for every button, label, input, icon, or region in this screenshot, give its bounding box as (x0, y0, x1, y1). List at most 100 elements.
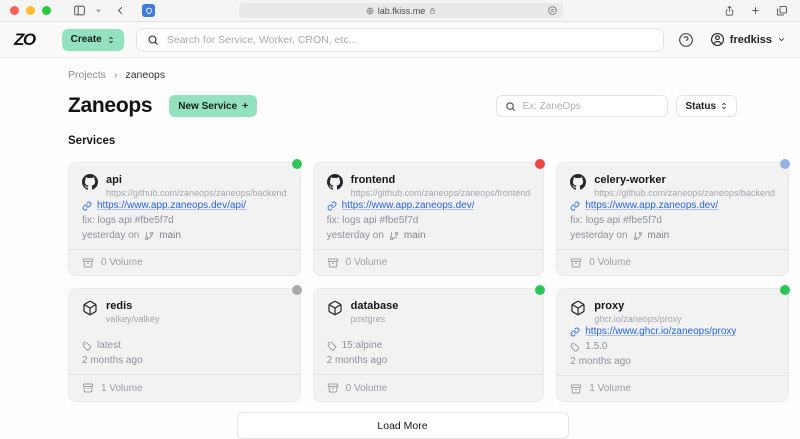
service-name: database (350, 300, 399, 312)
service-card[interactable]: redis valkey/valkey latest 2 months ago (68, 285, 302, 402)
service-card[interactable]: api https://github.com/zaneops/zaneops/b… (68, 159, 302, 276)
address-bar[interactable]: lab.fkiss.me (239, 3, 563, 18)
service-name: celery-worker (594, 174, 666, 186)
service-filter-input[interactable] (522, 100, 660, 112)
global-search (135, 27, 664, 52)
github-icon (326, 174, 343, 190)
service-volume-count: 0 Volume (345, 382, 388, 394)
url-text: lab.fkiss.me (377, 5, 426, 16)
breadcrumb-projects-link[interactable]: Projects (68, 69, 106, 81)
sidebar-toggle-icon[interactable] (73, 4, 86, 17)
service-updated-line: 2 months ago (82, 353, 287, 368)
back-button[interactable] (115, 5, 126, 16)
new-service-label: New Service (178, 100, 238, 112)
service-commit-message: fix: logs api #fbe5f7d (326, 215, 419, 226)
new-service-button[interactable]: New Service + (169, 95, 258, 117)
chevron-down-icon[interactable] (95, 7, 102, 14)
volume-archive-icon (327, 382, 339, 394)
minimize-window-button[interactable] (26, 6, 35, 15)
status-dot (291, 285, 302, 295)
git-branch-icon (633, 231, 643, 241)
service-source: https://github.com/zaneops/zaneops/backe… (106, 188, 287, 198)
browser-chrome: lab.fkiss.me (0, 0, 800, 22)
service-card[interactable]: database postgres 15:alpine 2 months ago (312, 285, 546, 402)
breadcrumb-current: zaneops (125, 69, 166, 81)
git-branch-icon (389, 231, 399, 241)
service-tag-line: latest (82, 338, 287, 353)
service-updated-line: 2 months ago (570, 354, 775, 369)
service-updated-text: yesterday on (326, 230, 384, 241)
service-source: https://github.com/zaneops/zaneops/front… (350, 188, 531, 198)
service-updated-text: 2 months ago (82, 355, 143, 366)
app-header: ZO Create fredkiss (0, 22, 800, 58)
user-menu[interactable]: fredkiss (710, 32, 786, 47)
service-source: https://github.com/zaneops/zaneops/backe… (594, 188, 775, 198)
service-branch-name: main (159, 230, 181, 241)
help-button[interactable] (678, 32, 694, 48)
container-image-icon (327, 300, 343, 316)
globe-icon (366, 7, 374, 15)
chevrons-up-down-icon (107, 36, 115, 44)
service-updated-line: 2 months ago (327, 353, 531, 368)
service-volume-count: 1 Volume (589, 383, 631, 394)
user-name: fredkiss (729, 33, 772, 46)
service-url[interactable]: https://www.app.zaneops.dev/api/ (97, 200, 246, 211)
service-updated-line: yesterday on main (570, 228, 775, 243)
service-updated-text: yesterday on (570, 230, 628, 241)
tag-icon (570, 342, 580, 352)
status-filter-label: Status (685, 100, 716, 112)
reader-mode-icon[interactable] (547, 5, 558, 16)
close-window-button[interactable] (10, 6, 19, 15)
tag-icon (327, 341, 337, 351)
search-icon (147, 34, 159, 46)
service-card-footer: 0 Volume (313, 249, 544, 275)
service-url[interactable]: https://www.app.zaneops.dev/ (585, 200, 718, 211)
zaneops-logo[interactable]: ZO (14, 30, 36, 50)
service-source: postgres (350, 314, 386, 324)
link-icon (570, 201, 580, 211)
tag-icon (82, 341, 92, 351)
service-url[interactable]: https://www.app.zaneops.dev/ (342, 200, 475, 211)
tab-favicon-shield-icon[interactable] (142, 4, 155, 17)
status-filter-button[interactable]: Status (676, 95, 737, 117)
service-card[interactable]: proxy ghcr.io/zaneops/proxy https://www.… (556, 285, 790, 402)
services-section-title: Services (68, 135, 116, 147)
maximize-window-button[interactable] (42, 6, 51, 15)
services-grid: api https://github.com/zaneops/zaneops/b… (68, 159, 790, 402)
volume-archive-icon (570, 257, 582, 269)
service-url-line: https://www.app.zaneops.dev/ (327, 198, 531, 213)
share-icon[interactable] (724, 5, 735, 17)
page-title: Zaneops (68, 94, 153, 117)
service-tag-line: 1.5.0 (570, 339, 775, 354)
plus-icon: + (242, 100, 249, 112)
service-card-footer: 0 Volume (313, 374, 544, 401)
tab-overview-icon[interactable] (776, 5, 788, 17)
container-image-icon (82, 300, 98, 316)
service-volume-count: 0 Volume (589, 257, 631, 268)
service-image-tag: latest (97, 340, 121, 351)
status-dot (535, 159, 546, 169)
new-tab-icon[interactable] (750, 5, 761, 16)
service-card-footer: 1 Volume (557, 375, 788, 401)
breadcrumb: Projects › zaneops (68, 69, 737, 81)
service-card[interactable]: celery-worker https://github.com/zaneops… (556, 159, 790, 276)
status-dot (779, 285, 790, 295)
user-avatar-icon (710, 32, 725, 47)
service-url-line: https://www.ghcr.io/zaneops/proxy (570, 324, 775, 339)
global-search-input[interactable] (166, 33, 653, 46)
service-tag-line: 15:alpine (327, 338, 531, 353)
load-more-button[interactable]: Load More (236, 412, 569, 439)
service-source: ghcr.io/zaneops/proxy (594, 314, 682, 324)
service-card[interactable]: frontend https://github.com/zaneops/zane… (312, 159, 546, 276)
service-card-footer: 0 Volume (69, 249, 300, 275)
breadcrumb-separator-icon: › (113, 69, 118, 81)
create-button[interactable]: Create (61, 28, 124, 51)
chevrons-up-down-icon (720, 102, 728, 110)
service-url-line: https://www.app.zaneops.dev/api/ (82, 198, 287, 213)
service-volume-count: 0 Volume (101, 257, 143, 268)
chevron-down-icon (777, 35, 786, 44)
link-icon (570, 327, 580, 337)
service-commit-message: fix: logs api #fbe5f7d (570, 215, 662, 226)
volume-archive-icon (82, 257, 94, 269)
service-url[interactable]: https://www.ghcr.io/zaneops/proxy (585, 326, 736, 337)
